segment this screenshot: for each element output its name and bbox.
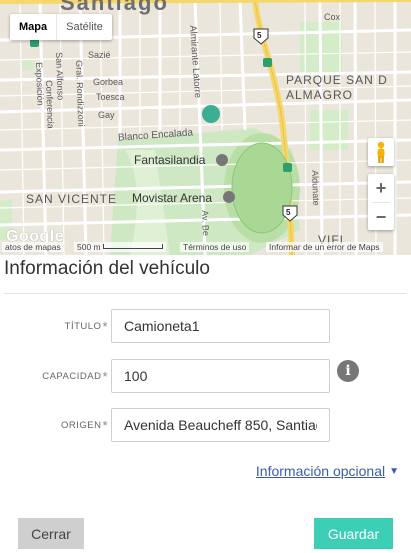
poi-fantasilandia[interactable]: Fantasilandia <box>134 153 205 167</box>
map-scale-bar <box>103 244 163 249</box>
map-label-conferencia: Conferencia <box>44 80 56 129</box>
optional-info-toggle[interactable]: Información opcional ▼ <box>256 463 399 479</box>
field-row-origen: ORIGEN* <box>0 408 411 442</box>
map-label-san-alfonso: San Alfonso <box>54 52 66 101</box>
street-view-pegman[interactable] <box>368 138 394 166</box>
map-scale-label: 500 m <box>77 242 101 252</box>
route-shield-5-bottom: 5 <box>286 208 291 217</box>
map-type-mapa[interactable]: Mapa <box>10 14 56 40</box>
info-icon[interactable]: i <box>337 360 359 382</box>
field-label-titulo-text: TÍTULO <box>64 321 102 332</box>
poi-movistar-arena[interactable]: Movistar Arena <box>132 191 212 205</box>
title-divider <box>4 293 407 294</box>
map-label-aldunate: Aldunate <box>310 170 322 206</box>
required-mark: * <box>102 369 108 384</box>
field-row-capacidad: CAPACIDAD* i <box>0 359 411 393</box>
dialog-title: Información del vehículo <box>4 258 210 279</box>
field-row-titulo: TÍTULO* <box>0 309 411 343</box>
map-label-city: Santiago <box>60 0 169 15</box>
titulo-input[interactable] <box>111 309 330 343</box>
field-label-titulo: TÍTULO* <box>65 319 108 334</box>
map-label-av-beau: Av. Be <box>200 210 211 237</box>
save-button[interactable]: Guardar <box>314 518 393 549</box>
close-button[interactable]: Cerrar <box>18 518 84 549</box>
origen-input[interactable] <box>111 408 330 442</box>
map-type-satellite[interactable]: Satélite <box>56 14 112 40</box>
map-label-gorbea: Gorbea <box>93 77 124 87</box>
pegman-icon <box>377 141 385 163</box>
field-label-origen: ORIGEN* <box>61 418 108 433</box>
map-label-parque: PARQUE SAN D <box>286 73 388 87</box>
zoom-control: + − <box>368 174 394 230</box>
capacidad-input[interactable] <box>111 359 330 393</box>
map-report-error-link[interactable]: Informar de un error de Maps <box>266 242 383 252</box>
required-mark: * <box>102 319 108 334</box>
map-label-cox: Cox <box>324 12 341 22</box>
field-label-capacidad-text: CAPACIDAD <box>42 371 102 382</box>
map-label-almagro: ALMAGRO <box>286 88 354 102</box>
map-terms-link[interactable]: Términos de uso <box>180 242 250 252</box>
route-shield-5-top: 5 <box>257 31 262 40</box>
map-label-sazie: Sazié <box>88 50 111 60</box>
map-type-control: Mapa Satélite <box>10 14 112 40</box>
optional-info-link[interactable]: Información opcional <box>256 463 385 479</box>
map-label-san-vicente: SAN VICENTE <box>26 192 118 206</box>
map-attribution-bar: atos de mapas 500 m Términos de uso Info… <box>0 240 411 255</box>
map-data-attribution[interactable]: atos de mapas <box>2 242 64 252</box>
vehicle-dialog: Mapa Satélite Santiago PARQUE SAN D ALMA… <box>0 0 411 553</box>
map-label-gay: Gay <box>98 110 115 120</box>
field-label-origen-text: ORIGEN <box>60 420 102 431</box>
map-label-toesca: Toesca <box>96 92 125 102</box>
field-label-capacidad: CAPACIDAD* <box>42 369 108 384</box>
zoom-in-button[interactable]: + <box>368 174 394 202</box>
map[interactable]: Mapa Satélite Santiago PARQUE SAN D ALMA… <box>0 0 411 255</box>
zoom-out-button[interactable]: − <box>368 203 394 231</box>
required-mark: * <box>102 418 108 433</box>
caret-down-icon: ▼ <box>389 466 399 477</box>
map-scale: 500 m <box>74 242 166 252</box>
